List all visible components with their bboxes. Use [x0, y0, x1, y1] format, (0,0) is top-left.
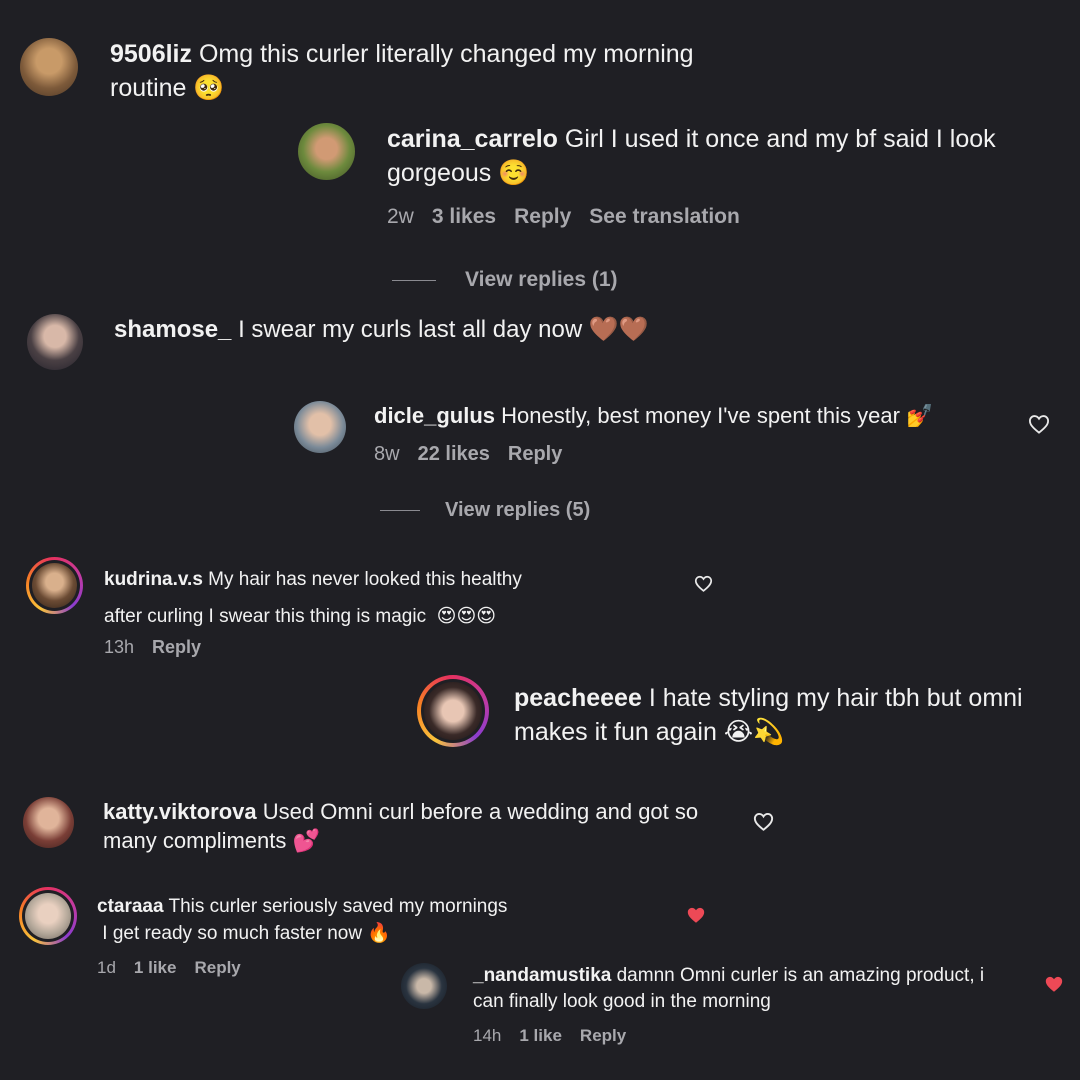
comment-text: dicle_gulus Honestly, best money I've sp… — [374, 401, 1014, 431]
liked-heart-icon[interactable] — [686, 906, 706, 924]
nail-polish-icon: 💅 — [906, 404, 934, 429]
comment-body: Omg this curler literally changed my mor… — [192, 40, 694, 68]
likes-count[interactable]: 3 likes — [432, 205, 496, 228]
comment-text: shamose_ I swear my curls last all day n… — [114, 314, 774, 346]
comment-text: carina_carrelo Girl I used it once and m… — [387, 123, 1047, 191]
avatar — [25, 893, 71, 939]
avatar-story-ring[interactable] — [19, 887, 77, 945]
reply-button[interactable]: Reply — [580, 1026, 626, 1045]
avatar[interactable] — [23, 797, 74, 848]
comment-text: _nandamustika damnn Omni curler is an am… — [473, 963, 1033, 1015]
liked-heart-icon[interactable] — [1044, 975, 1064, 993]
avatar — [424, 682, 482, 740]
timestamp: 2w — [387, 205, 414, 228]
username[interactable]: katty.viktorova — [103, 799, 257, 824]
avatar[interactable] — [298, 123, 355, 180]
smiling-face-icon: ☺️ — [498, 158, 530, 188]
crying-dizzy-icon: 😭💫 — [723, 717, 785, 747]
username[interactable]: shamose_ — [114, 316, 231, 343]
timestamp: 8w — [374, 443, 400, 465]
avatar[interactable] — [27, 314, 83, 370]
comment-body-line2: after curling I swear this thing is magi… — [104, 606, 427, 627]
likes-count[interactable]: 1 like — [134, 958, 177, 977]
comment-meta: 13h Reply — [104, 637, 219, 658]
timestamp: 14h — [473, 1026, 502, 1045]
comment-body-line2: routine — [110, 74, 187, 103]
avatar[interactable] — [20, 38, 78, 96]
avatar-story-ring[interactable] — [417, 675, 489, 747]
view-replies-divider — [380, 510, 420, 511]
likes-count[interactable]: 22 likes — [418, 443, 490, 465]
comment-body: This curler seriously saved my mornings — [163, 896, 508, 917]
avatar — [32, 563, 77, 608]
comment-text: ctaraaa This curler seriously saved my m… — [97, 894, 657, 947]
comment-meta: 14h 1 like Reply — [473, 1026, 644, 1046]
likes-count[interactable]: 1 like — [519, 1026, 562, 1045]
like-heart-icon[interactable] — [1028, 414, 1050, 434]
username[interactable]: peacheeee — [514, 684, 642, 712]
like-heart-icon[interactable] — [753, 812, 774, 831]
timestamp: 1d — [97, 958, 116, 977]
timestamp: 13h — [104, 637, 135, 657]
fire-icon: 🔥 — [367, 922, 392, 944]
like-heart-icon[interactable] — [694, 575, 713, 592]
comment-body: I hate styling my hair tbh but omni — [641, 684, 1023, 712]
view-replies-button[interactable]: View replies (5) — [445, 499, 590, 522]
two-hearts-icon: 💕 — [292, 829, 320, 855]
comment-text: kudrina.v.s My hair has never looked thi… — [104, 562, 664, 635]
comment-meta: 1d 1 like Reply — [97, 958, 259, 978]
pleading-face-icon: 🥺 — [193, 73, 225, 103]
comment-body-line2: can finally look good in the morning — [473, 991, 771, 1012]
comment-body-line2: many compliments — [103, 828, 287, 854]
avatar[interactable] — [294, 401, 346, 453]
comment-text: peacheeee I hate styling my hair tbh but… — [514, 682, 1074, 750]
username[interactable]: carina_carrelo — [387, 125, 558, 153]
comment-body: damnn Omni curler is an amazing product,… — [611, 965, 985, 986]
username[interactable]: _nandamustika — [473, 965, 611, 986]
comment-text: katty.viktorova Used Omni curl before a … — [103, 797, 743, 857]
username[interactable]: 9506liz — [110, 40, 192, 68]
comment-body: Honestly, best money I've spent this yea… — [495, 403, 900, 428]
view-replies-button[interactable]: View replies (1) — [465, 268, 618, 292]
reply-button[interactable]: Reply — [152, 637, 201, 657]
username[interactable]: kudrina.v.s — [104, 569, 203, 590]
comment-body: My hair has never looked this healthy — [202, 569, 522, 590]
reply-button[interactable]: Reply — [508, 443, 562, 465]
comment-meta: 2w 3 likes Reply See translation — [387, 205, 758, 229]
view-replies-divider — [392, 280, 436, 281]
heart-eyes-icon: 😍😍😍 — [436, 605, 497, 627]
brown-heart-icon: 🤎🤎 — [588, 315, 649, 343]
see-translation-button[interactable]: See translation — [589, 205, 740, 228]
comment-text: 9506liz Omg this curler literally change… — [110, 38, 770, 106]
reply-button[interactable]: Reply — [514, 205, 571, 228]
avatar[interactable] — [401, 963, 447, 1009]
comment-meta: 8w 22 likes Reply — [374, 443, 580, 466]
username[interactable]: dicle_gulus — [374, 403, 495, 428]
comment-body: Used Omni curl before a wedding and got … — [256, 799, 699, 824]
comment-body-line2: gorgeous — [387, 159, 492, 188]
comment-body-line2: makes it fun again — [514, 718, 717, 747]
comment-body-line2: I get ready so much faster now — [102, 923, 363, 944]
username[interactable]: ctaraaa — [97, 896, 164, 917]
reply-button[interactable]: Reply — [194, 958, 240, 977]
comment-body: Girl I used it once and my bf said I loo… — [557, 125, 996, 153]
comment-body: I swear my curls last all day now — [231, 316, 583, 343]
avatar-story-ring[interactable] — [26, 557, 83, 614]
